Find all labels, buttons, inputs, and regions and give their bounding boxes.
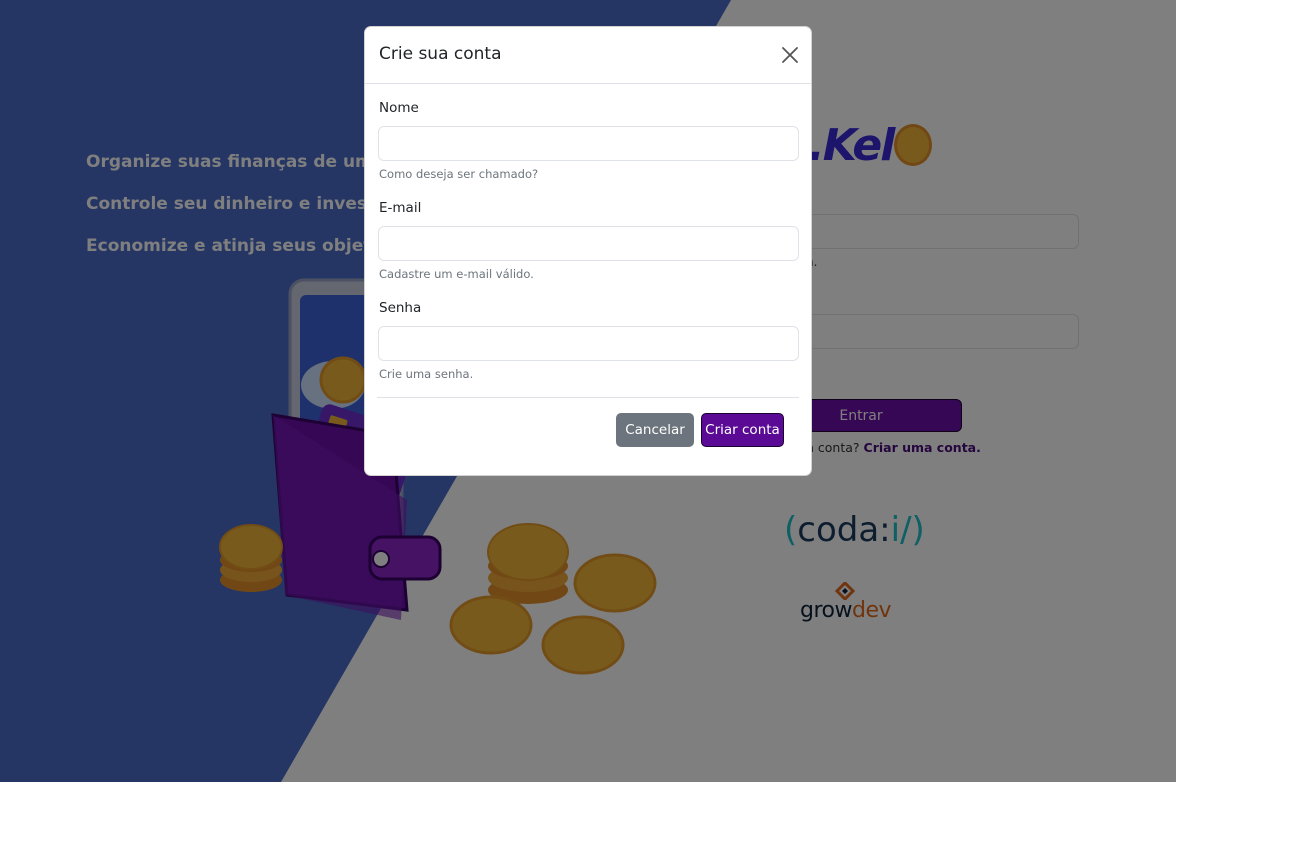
create-account-modal: Crie sua conta Nome Como deseja ser cham… [364,26,812,476]
name-label: Nome [379,100,419,116]
email-label: E-mail [379,200,422,216]
email-help-text: Cadastre um e-mail válido. [379,267,534,281]
modal-title: Crie sua conta [379,44,502,64]
modal-divider [377,397,799,398]
modal-header: Crie sua conta [365,27,811,84]
password-help-text: Crie uma senha. [379,367,474,381]
cancel-button[interactable]: Cancelar [616,413,694,447]
name-help-text: Como deseja ser chamado? [379,167,539,181]
login-page: Organize suas finanças de uma for Contro… [0,0,1176,782]
close-icon[interactable] [779,44,801,66]
email-input[interactable] [378,226,799,261]
password-label: Senha [379,300,422,316]
name-input[interactable] [378,126,799,161]
create-account-button[interactable]: Criar conta [701,413,784,447]
password-input[interactable] [378,326,799,361]
